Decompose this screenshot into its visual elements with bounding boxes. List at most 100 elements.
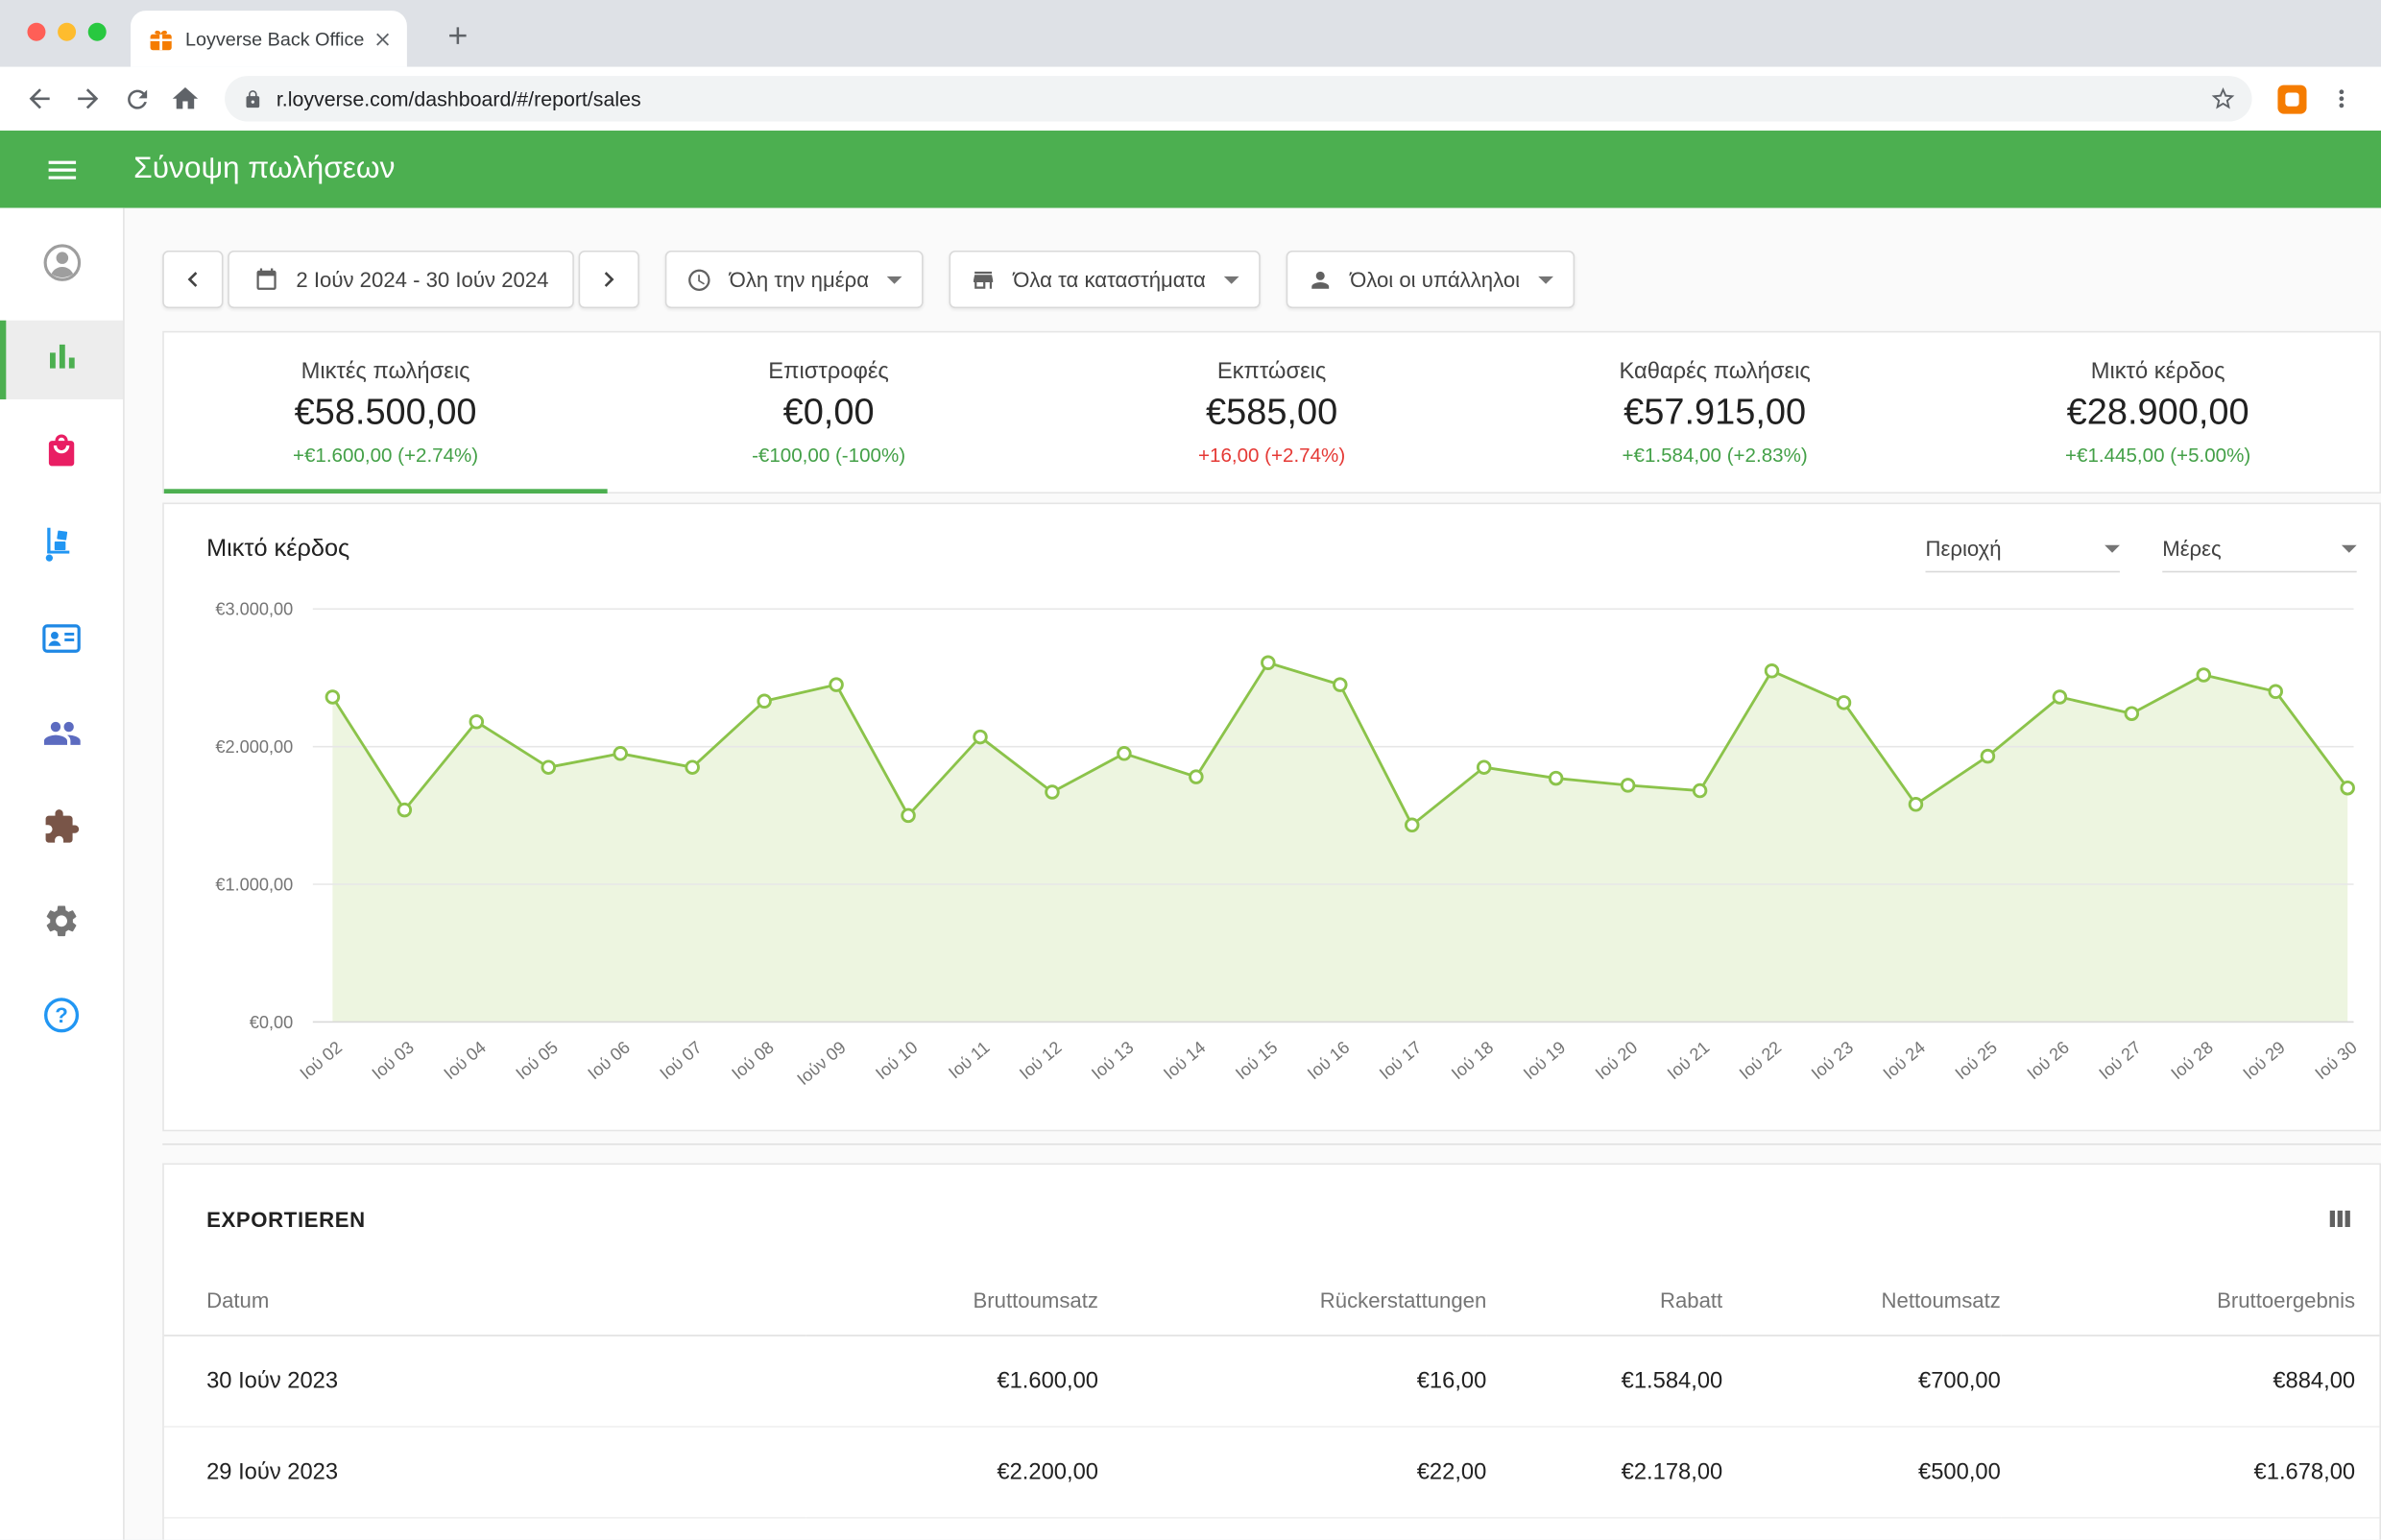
- svg-text:Ιού 27: Ιού 27: [2096, 1038, 2145, 1084]
- sidebar-item-help[interactable]: ?: [0, 979, 123, 1058]
- prev-period-button[interactable]: [162, 250, 224, 309]
- url-text: r.loyverse.com/dashboard/#/report/sales: [276, 86, 641, 110]
- cell-net: €700,00: [1722, 1335, 2001, 1428]
- cell-gross: €2.200,00: [806, 1426, 1098, 1519]
- browser-address-bar: r.loyverse.com/dashboard/#/report/sales: [0, 66, 2381, 132]
- sidebar-item-reports[interactable]: [0, 320, 124, 399]
- sidebar-item-integrations[interactable]: [0, 791, 123, 870]
- time-filter-dropdown[interactable]: Όλη την ημέρα: [665, 250, 924, 309]
- employees-people-icon: [41, 713, 81, 760]
- address-bar[interactable]: r.loyverse.com/dashboard/#/report/sales: [225, 76, 2252, 122]
- sales-table-card: EXPORTIEREN Datum Bruttoumsatz Rückersta…: [162, 1163, 2381, 1540]
- integrations-puzzle-icon: [42, 807, 81, 853]
- metric-delta: +€1.445,00 (+5.00%): [2065, 443, 2251, 467]
- column-header[interactable]: Rabatt: [1486, 1264, 1723, 1336]
- section-divider: [162, 1143, 2381, 1145]
- svg-text:Ιού 17: Ιού 17: [1376, 1038, 1425, 1084]
- sidebar-item-employees[interactable]: [0, 697, 123, 776]
- metric-value: €0,00: [782, 392, 875, 433]
- metric-tab-net-sales[interactable]: Καθαρές πωλήσεις €57.915,00 +€1.584,00 (…: [1493, 332, 1936, 492]
- svg-text:Ιού 12: Ιού 12: [1016, 1038, 1065, 1084]
- column-header[interactable]: Bruttoumsatz: [806, 1264, 1098, 1336]
- svg-text:Ιού 03: Ιού 03: [369, 1038, 418, 1084]
- column-header[interactable]: Nettoumsatz: [1722, 1264, 2001, 1336]
- sidebar: ?: [0, 207, 125, 1540]
- app-header: Σύνοψη πωλήσεων: [0, 131, 2381, 208]
- svg-text:Ιού 25: Ιού 25: [1952, 1038, 2001, 1084]
- browser-tab[interactable]: Loyverse Back Office: [131, 11, 407, 67]
- metric-value: €585,00: [1205, 392, 1338, 433]
- sidebar-item-items[interactable]: [0, 415, 123, 493]
- metric-tab-gross-profit[interactable]: Μικτό κέρδος €28.900,00 +€1.445,00 (+5.0…: [1936, 332, 2380, 492]
- metric-delta: +16,00 (+2.74%): [1198, 443, 1346, 467]
- cell-discount: €1.584,00: [1486, 1335, 1723, 1428]
- reports-bar-chart-icon: [41, 336, 81, 383]
- svg-text:Ιού 10: Ιού 10: [872, 1038, 921, 1084]
- column-header[interactable]: Datum: [163, 1264, 807, 1336]
- svg-text:Ιού 22: Ιού 22: [1736, 1038, 1785, 1084]
- account-circle-icon: [40, 241, 83, 291]
- tab-close-icon[interactable]: [371, 27, 395, 51]
- content-area: 2 Ιούν 2024 - 30 Ιούν 2024 Όλη την ημέρα…: [125, 208, 2381, 1540]
- help-icon: ?: [41, 995, 83, 1044]
- back-icon[interactable]: [15, 76, 64, 121]
- granularity-select-value: Μέρες: [2162, 536, 2222, 561]
- sidebar-item-customers[interactable]: [0, 603, 123, 682]
- date-range-label: 2 Ιούν 2024 - 30 Ιούν 2024: [296, 267, 549, 292]
- chevron-down-icon: [886, 276, 902, 283]
- bookmark-star-icon[interactable]: [2209, 85, 2236, 112]
- chevron-down-icon: [2341, 544, 2357, 552]
- svg-text:Ιού 24: Ιού 24: [1880, 1038, 1929, 1084]
- cell-gross: €1.600,00: [806, 1335, 1098, 1428]
- svg-text:Ιού 11: Ιού 11: [945, 1038, 993, 1083]
- column-header[interactable]: Bruttoergebnis: [2000, 1264, 2380, 1336]
- metric-tab-gross-sales[interactable]: Μικτές πωλήσεις €58.500,00 +€1.600,00 (+…: [163, 332, 608, 494]
- zoom-window-button[interactable]: [87, 22, 107, 41]
- date-range-button[interactable]: 2 Ιούν 2024 - 30 Ιούν 2024: [228, 250, 575, 309]
- new-tab-button[interactable]: [441, 18, 474, 52]
- svg-text:Ιού 04: Ιού 04: [441, 1038, 490, 1084]
- sidebar-item-inventory[interactable]: [0, 509, 123, 588]
- minimize-window-button[interactable]: [58, 22, 77, 41]
- menu-icon[interactable]: [44, 151, 81, 187]
- region-select-value: Περιοχή: [1925, 536, 2002, 561]
- chevron-down-icon: [1538, 276, 1553, 283]
- employee-filter-label: Όλοι οι υπάλληλοι: [1350, 267, 1521, 292]
- svg-text:€3.000,00: €3.000,00: [215, 600, 293, 619]
- sales-table: Datum Bruttoumsatz Rückerstattungen Raba…: [163, 1264, 2380, 1519]
- close-window-button[interactable]: [27, 22, 46, 41]
- home-icon[interactable]: [161, 76, 210, 121]
- table-header-row: Datum Bruttoumsatz Rückerstattungen Raba…: [163, 1264, 2380, 1336]
- cell-net: €500,00: [1722, 1426, 2001, 1519]
- browser-tab-strip: Loyverse Back Office: [0, 0, 2381, 67]
- forward-icon[interactable]: [63, 76, 112, 121]
- svg-text:€2.000,00: €2.000,00: [215, 737, 293, 757]
- store-filter-dropdown[interactable]: Όλα τα καταστήματα: [949, 250, 1261, 309]
- items-shopping-bag-icon: [42, 431, 81, 476]
- svg-text:Ιού 06: Ιού 06: [584, 1038, 633, 1084]
- column-header[interactable]: Rückerstattungen: [1097, 1264, 1487, 1336]
- sidebar-item-settings[interactable]: [0, 885, 123, 964]
- extension-icon[interactable]: [2277, 84, 2307, 113]
- gross-profit-line-chart[interactable]: €0,00 €1.000,00 €2.000,00 €3.000,00 Ιού 02 Ιο…: [164, 588, 2358, 1104]
- sidebar-item-account[interactable]: [0, 227, 123, 305]
- lock-icon[interactable]: [243, 89, 263, 109]
- reload-icon[interactable]: [112, 76, 161, 121]
- columns-icon[interactable]: [2324, 1204, 2355, 1235]
- metric-label: Επιστροφές: [768, 358, 889, 385]
- svg-text:Ιού 30: Ιού 30: [2311, 1038, 2358, 1084]
- next-period-button[interactable]: [579, 250, 640, 309]
- browser-menu-kebab-icon[interactable]: [2318, 76, 2367, 121]
- svg-text:Ιούν 09: Ιούν 09: [793, 1038, 849, 1090]
- cell-discount: €2.178,00: [1486, 1426, 1723, 1519]
- chevron-down-icon: [2104, 544, 2120, 552]
- granularity-select[interactable]: Μέρες: [2162, 536, 2357, 573]
- svg-text:Ιού 05: Ιού 05: [512, 1038, 561, 1084]
- employee-filter-dropdown[interactable]: Όλοι οι υπάλληλοι: [1286, 250, 1575, 309]
- metric-tab-refunds[interactable]: Επιστροφές €0,00 -€100,00 (-100%): [607, 332, 1050, 492]
- export-button[interactable]: EXPORTIEREN: [206, 1207, 366, 1231]
- metric-tab-discounts[interactable]: Εκπτώσεις €585,00 +16,00 (+2.74%): [1050, 332, 1494, 492]
- svg-text:Ιού 16: Ιού 16: [1304, 1038, 1353, 1084]
- region-select[interactable]: Περιοχή: [1925, 536, 2120, 573]
- metric-value: €57.915,00: [1623, 392, 1807, 433]
